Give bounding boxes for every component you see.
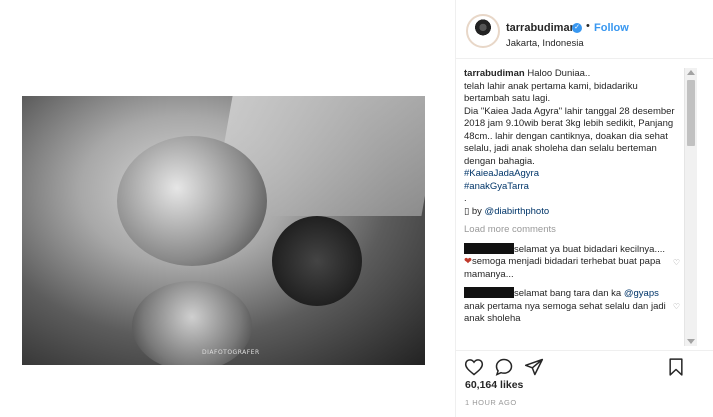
post-side-panel: tarrabudiman ✓ • Follow Jakarta, Indones… — [455, 0, 713, 417]
follow-button[interactable]: Follow — [594, 22, 629, 34]
comment-text: semoga menjadi bidadari terhebat buat pa… — [464, 256, 661, 280]
caption: tarrabudiman Haloo Duniaa.. telah lahir … — [464, 68, 684, 218]
scroll-up-arrow-icon[interactable] — [687, 70, 695, 75]
caption-username[interactable]: tarrabudiman — [464, 68, 525, 79]
heart-icon[interactable] — [464, 357, 484, 377]
caption-dot: . — [464, 193, 467, 204]
location-link[interactable]: Jakarta, Indonesia — [506, 38, 584, 49]
likes-count[interactable]: 60,164 likes — [465, 379, 523, 391]
comment-text: selamat ya buat bidadari kecilnya.... — [514, 243, 666, 255]
scroll-down-arrow-icon[interactable] — [687, 339, 695, 344]
action-bar — [456, 350, 713, 381]
load-more-comments-button[interactable]: Load more comments — [464, 224, 684, 237]
comment-item: selamat ya buat bidadari kecilnya.... ❤se… — [464, 242, 684, 282]
avatar-image — [471, 19, 495, 43]
post-photo[interactable]: DIAFOTOGRAFER — [22, 96, 425, 365]
redacted-username — [464, 242, 514, 254]
photo-watermark: DIAFOTOGRAFER — [202, 349, 260, 356]
heart-emoji: ❤ — [464, 256, 472, 267]
comment-text: anak pertama nya semoga sehat selalu dan… — [464, 300, 666, 325]
header-dot: • — [586, 20, 590, 32]
comments-scrollbar[interactable] — [684, 68, 697, 346]
post-header: tarrabudiman ✓ • Follow Jakarta, Indones… — [456, 0, 713, 59]
credit-prefix: ▯ by — [464, 205, 485, 217]
avatar[interactable] — [466, 14, 500, 48]
caption-line: Dia "Kaiea Jada Agyra" lahir tanggal 28 … — [464, 105, 675, 167]
bookmark-icon[interactable] — [666, 357, 686, 377]
photo-father-figure — [117, 136, 267, 266]
hashtag-link[interactable]: #KaieaJadaAgyra — [464, 168, 539, 179]
like-comment-heart-icon[interactable]: ♡ — [673, 257, 680, 270]
comments-list[interactable]: tarrabudiman Haloo Duniaa.. telah lahir … — [464, 68, 684, 348]
post-timestamp: 1 HOUR AGO — [465, 398, 517, 407]
caption-line: telah lahir anak pertama kami, bidadarik… — [464, 80, 638, 105]
comment-text: selamat bang tara dan ka — [514, 288, 624, 299]
redacted-username — [464, 287, 514, 298]
like-comment-heart-icon[interactable]: ♡ — [673, 301, 680, 314]
comment-icon[interactable] — [494, 357, 514, 377]
hashtag-link[interactable]: #anakGyaTarra — [464, 181, 529, 192]
share-icon[interactable] — [524, 357, 544, 377]
header-username[interactable]: tarrabudiman — [506, 22, 576, 34]
comment-item: selamat bang tara dan ka @gyaps anak per… — [464, 287, 684, 326]
post-media-pane: DIAFOTOGRAFER — [0, 0, 455, 417]
verified-badge-icon: ✓ — [572, 23, 582, 33]
caption-line: Haloo Duniaa.. — [527, 68, 591, 79]
mention-link[interactable]: @diabirthphoto — [485, 206, 550, 217]
mention-link[interactable]: @gyaps — [624, 288, 659, 299]
photo-baby-figure — [272, 216, 362, 306]
scroll-thumb[interactable] — [687, 80, 695, 146]
